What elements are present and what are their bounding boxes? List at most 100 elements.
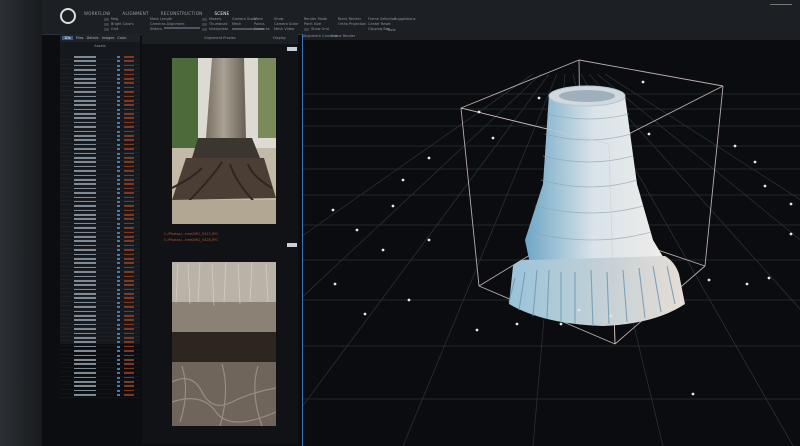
asset-row-checkbox[interactable] xyxy=(117,293,120,296)
asset-row-checkbox[interactable] xyxy=(117,99,120,102)
asset-row-checkbox[interactable] xyxy=(117,135,120,138)
tree-trunk-mesh[interactable] xyxy=(508,85,685,327)
asset-row-checkbox[interactable] xyxy=(117,64,120,67)
asset-row-checkbox[interactable] xyxy=(117,178,120,181)
asset-row-checkbox[interactable] xyxy=(117,170,120,173)
asset-row-checkbox[interactable] xyxy=(117,108,120,111)
asset-row-checkbox[interactable] xyxy=(117,297,120,300)
ribbon-item[interactable]: Interpolate xyxy=(209,27,228,31)
asset-row-checkbox[interactable] xyxy=(117,121,120,124)
asset-row-checkbox[interactable] xyxy=(117,231,120,234)
asset-row-checkbox[interactable] xyxy=(117,139,120,142)
asset-row-checkbox[interactable] xyxy=(117,367,120,370)
asset-row-checkbox[interactable] xyxy=(117,117,120,120)
asset-row-checkbox[interactable] xyxy=(117,165,120,168)
asset-row-checkbox[interactable] xyxy=(117,249,120,252)
asset-row-checkbox[interactable] xyxy=(117,358,120,361)
tab-alignment[interactable]: ALIGNMENT xyxy=(122,11,148,16)
asset-row-checkbox[interactable] xyxy=(117,205,120,208)
asset-row-checkbox[interactable] xyxy=(117,86,120,89)
asset-row-checkbox[interactable] xyxy=(117,95,120,98)
asset-row-checkbox[interactable] xyxy=(117,310,120,313)
asset-row-checkbox[interactable] xyxy=(117,253,120,256)
ribbon-item[interactable]: Suggestions xyxy=(394,17,415,22)
asset-row-checkbox[interactable] xyxy=(117,271,120,274)
asset-row-checkbox[interactable] xyxy=(117,113,120,116)
asset-row-checkbox[interactable] xyxy=(117,323,120,326)
asset-row-checkbox[interactable] xyxy=(117,91,120,94)
splitter-handle-mid[interactable] xyxy=(287,243,297,247)
asset-row-checkbox[interactable] xyxy=(117,126,120,129)
asset-row-checkbox[interactable] xyxy=(117,341,120,344)
asset-row-checkbox[interactable] xyxy=(117,240,120,243)
asset-row-checkbox[interactable] xyxy=(117,328,120,331)
ribbon-item[interactable]: Cameras xyxy=(254,27,270,32)
asset-row-checkbox[interactable] xyxy=(117,148,120,151)
asset-row-checkbox[interactable] xyxy=(117,156,120,159)
asset-row-checkbox[interactable] xyxy=(117,332,120,335)
tree-photo-1[interactable] xyxy=(172,58,276,224)
asset-row-checkbox[interactable] xyxy=(117,222,120,225)
asset-row-checkbox[interactable] xyxy=(117,376,120,379)
asset-row-checkbox[interactable] xyxy=(117,337,120,339)
ribbon-item[interactable]: Ortho Projection xyxy=(338,22,366,27)
asset-row-checkbox[interactable] xyxy=(117,306,120,309)
asset-row-checkbox[interactable] xyxy=(117,345,120,348)
ribbon-item[interactable]: Grid xyxy=(111,27,118,31)
asset-row-checkbox[interactable] xyxy=(117,262,120,265)
asset-row-checkbox[interactable] xyxy=(117,372,120,375)
tab-reconstruction[interactable]: RECONSTRUCTION xyxy=(161,11,203,16)
asset-row-checkbox[interactable] xyxy=(117,69,120,72)
window-controls[interactable] xyxy=(770,4,792,9)
splitter-handle-top[interactable] xyxy=(287,47,297,51)
asset-row-checkbox[interactable] xyxy=(117,174,120,177)
ribbon-item[interactable]: Mesh Video xyxy=(274,27,298,32)
asset-row-checkbox[interactable] xyxy=(117,319,120,322)
asset-row-checkbox[interactable] xyxy=(117,275,120,278)
asset-row-checkbox[interactable] xyxy=(117,385,120,388)
ribbon-slider[interactable] xyxy=(164,27,200,29)
asset-row-checkbox[interactable] xyxy=(117,60,120,63)
asset-row-checkbox[interactable] xyxy=(117,236,120,239)
panel-tab[interactable]: Details xyxy=(86,36,98,40)
asset-row-checkbox[interactable] xyxy=(117,354,120,357)
3d-viewport[interactable]: Alignment Cameras Scene Render xyxy=(302,34,800,446)
asset-row-checkbox[interactable] xyxy=(117,214,120,217)
ribbon-item[interactable]: Bright Colors xyxy=(111,22,134,26)
asset-row-checkbox[interactable] xyxy=(117,130,120,133)
asset-row-checkbox[interactable] xyxy=(117,350,120,353)
panel-tab[interactable]: Color xyxy=(117,36,126,40)
asset-row-checkbox[interactable] xyxy=(117,192,120,195)
asset-row-checkbox[interactable] xyxy=(117,279,120,282)
asset-row-checkbox[interactable] xyxy=(117,56,120,58)
scene-canvas[interactable] xyxy=(303,34,800,446)
asset-row-checkbox[interactable] xyxy=(117,77,120,80)
asset-row-checkbox[interactable] xyxy=(117,187,120,190)
ribbon-item[interactable]: Thumbnail xyxy=(209,22,228,26)
asset-tree-row[interactable] xyxy=(60,394,140,398)
asset-row-checkbox[interactable] xyxy=(117,301,120,304)
tab-scene[interactable]: SCENE xyxy=(214,11,229,16)
asset-row-checkbox[interactable] xyxy=(117,380,120,383)
ribbon-item[interactable]: Models xyxy=(209,17,221,21)
asset-row-checkbox[interactable] xyxy=(117,218,120,221)
asset-row-checkbox[interactable] xyxy=(117,196,120,199)
asset-row-checkbox[interactable] xyxy=(117,82,120,85)
tab-workflow[interactable]: WORKFLOW xyxy=(84,11,110,16)
ribbon-item[interactable]: Neg. xyxy=(111,17,119,21)
ribbon-item[interactable]: Mesh xyxy=(232,22,256,27)
asset-row-checkbox[interactable] xyxy=(117,200,120,203)
asset-row-checkbox[interactable] xyxy=(117,394,120,397)
panel-tab[interactable]: Files xyxy=(76,36,84,40)
asset-row-checkbox[interactable] xyxy=(117,209,120,212)
asset-row-checkbox[interactable] xyxy=(117,183,120,186)
tree-photo-2[interactable] xyxy=(172,262,276,426)
asset-row-checkbox[interactable] xyxy=(117,363,120,366)
ribbon-item[interactable]: Show Grid xyxy=(311,27,329,31)
asset-row-checkbox[interactable] xyxy=(117,161,120,164)
asset-row-checkbox[interactable] xyxy=(117,244,120,247)
asset-row-checkbox[interactable] xyxy=(117,284,120,287)
panel-tab[interactable]: Images xyxy=(102,36,115,40)
asset-row-checkbox[interactable] xyxy=(117,315,120,318)
asset-row-checkbox[interactable] xyxy=(117,143,120,146)
